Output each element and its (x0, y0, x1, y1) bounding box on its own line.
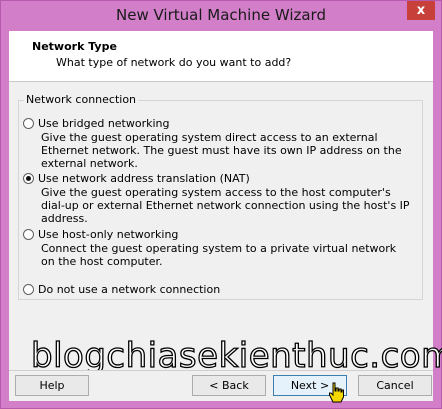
wizard-content: Network connection Use bridged networkin… (9, 82, 433, 370)
radio-selected-dot (26, 176, 31, 181)
radio-icon[interactable] (23, 173, 34, 184)
option-description: Connect the guest operating system to a … (41, 242, 397, 268)
hand-pointer-icon (329, 382, 344, 403)
cancel-button[interactable]: Cancel (358, 375, 432, 396)
option-label[interactable]: Use host-only networking (38, 228, 178, 241)
option-description: Give the guest operating system direct a… (41, 131, 402, 170)
option-label[interactable]: Do not use a network connection (38, 283, 220, 296)
page-subtitle: What type of network do you want to add? (56, 56, 292, 69)
close-button[interactable]: x (407, 1, 435, 20)
option-label[interactable]: Use bridged networking (38, 117, 170, 130)
page-title: Network Type (32, 40, 117, 53)
option-label[interactable]: Use network address translation (NAT) (38, 172, 250, 185)
title-bar: New Virtual Machine Wizard x (1, 1, 441, 31)
wizard-footer: Help < Back Next > Cancel (9, 371, 433, 401)
wizard-window: New Virtual Machine Wizard x Network Typ… (0, 0, 442, 409)
radio-icon[interactable] (23, 229, 34, 240)
radio-icon[interactable] (23, 118, 34, 129)
option-description: Give the guest operating system access t… (41, 186, 410, 225)
radio-icon[interactable] (23, 284, 34, 295)
help-button[interactable]: Help (15, 375, 89, 396)
back-button[interactable]: < Back (192, 375, 266, 396)
close-icon: x (416, 3, 426, 18)
window-title: New Virtual Machine Wizard (116, 6, 326, 24)
group-legend: Network connection (24, 93, 139, 106)
wizard-header: Network Type What type of network do you… (9, 31, 433, 82)
